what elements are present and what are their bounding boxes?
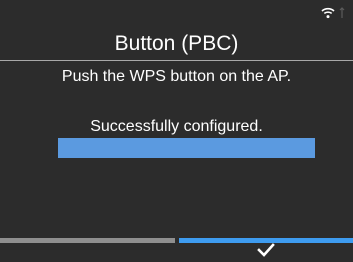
title-divider: [0, 60, 353, 61]
progress-bar-fill: [58, 138, 315, 158]
confirm-button[interactable]: [178, 238, 353, 262]
signal-icon: [339, 7, 345, 19]
softkey-bar: [0, 238, 353, 262]
status-message: Successfully configured.: [90, 118, 263, 135]
printer-display: Button (PBC) Push the WPS button on the …: [0, 0, 353, 262]
progress-bar: [58, 138, 315, 158]
page-title: Button (PBC): [114, 32, 239, 55]
checkmark-icon: [256, 243, 275, 262]
status-icons: [321, 6, 345, 20]
instruction-text: Push the WPS button on the AP.: [61, 68, 292, 85]
wifi-icon: [321, 7, 335, 19]
softkey-left-button[interactable]: [0, 238, 175, 262]
